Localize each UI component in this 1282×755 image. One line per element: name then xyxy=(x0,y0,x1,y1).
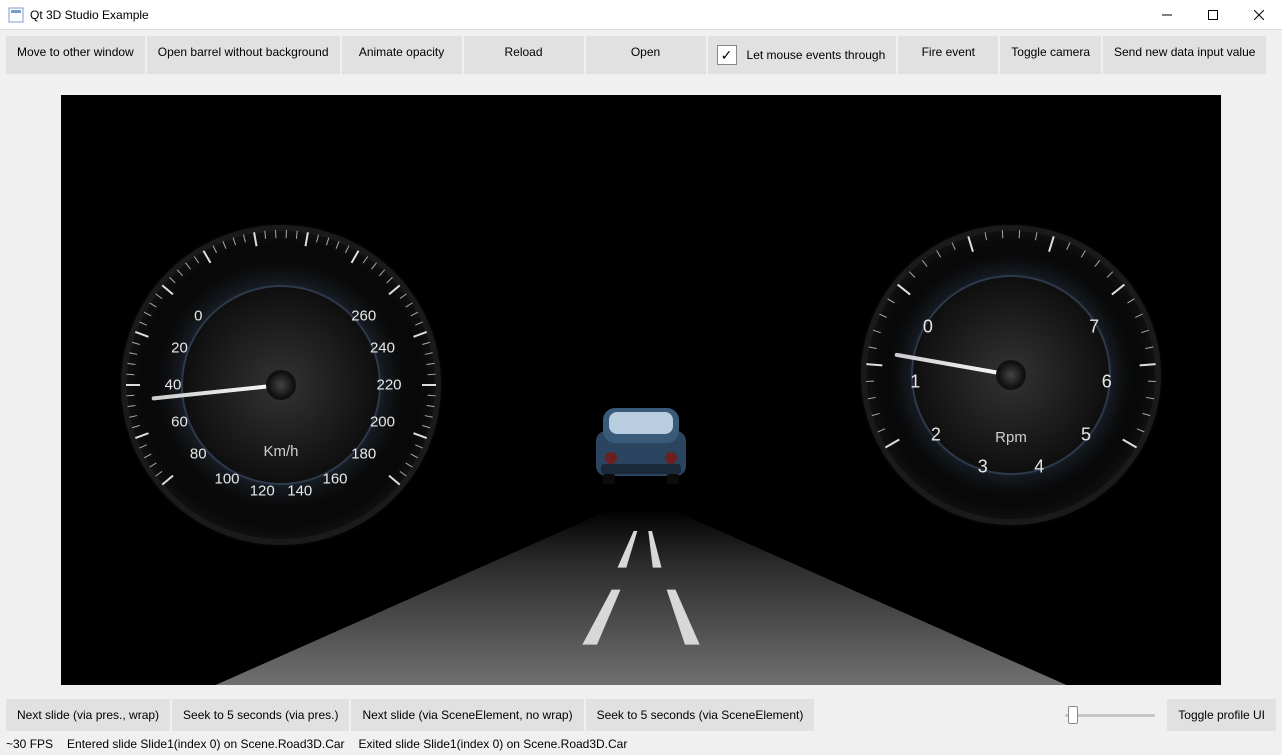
next-slide-scene-button[interactable]: Next slide (via SceneElement, no wrap) xyxy=(351,699,583,731)
tacho-value: 6 xyxy=(1102,372,1112,393)
window-title: Qt 3D Studio Example xyxy=(30,8,149,22)
exited-slide-label: Exited slide Slide1(index 0) on Scene.Ro… xyxy=(359,737,628,751)
speedometer-label: Km/h xyxy=(263,443,298,460)
toolbar-top: Move to other window Open barrel without… xyxy=(0,30,1282,80)
seek-scene-button[interactable]: Seek to 5 seconds (via SceneElement) xyxy=(586,699,815,731)
car-graphic xyxy=(581,396,701,491)
tacho-value: 1 xyxy=(910,372,920,393)
fire-event-button[interactable]: Fire event xyxy=(898,36,998,74)
seek-pres-button[interactable]: Seek to 5 seconds (via pres.) xyxy=(172,699,349,731)
send-data-input-button[interactable]: Send new data input value xyxy=(1103,36,1266,74)
entered-slide-label: Entered slide Slide1(index 0) on Scene.R… xyxy=(67,737,345,751)
checkbox-icon: ✓ xyxy=(717,45,737,65)
speedo-value: 40 xyxy=(165,377,182,394)
tacho-value: 0 xyxy=(923,317,933,338)
statusbar: ~30 FPS Entered slide Slide1(index 0) on… xyxy=(0,735,1282,755)
speedo-value: 120 xyxy=(250,483,275,500)
mouse-events-label: Let mouse events through xyxy=(747,48,886,62)
app-icon xyxy=(8,7,24,23)
minimize-button[interactable] xyxy=(1144,0,1190,30)
viewport[interactable]: Km/h 02040608010012014016018020022024026… xyxy=(61,95,1221,685)
tacho-value: 2 xyxy=(931,424,941,445)
reload-button[interactable]: Reload xyxy=(464,36,584,74)
speedo-value: 20 xyxy=(171,340,188,357)
slider-thumb[interactable] xyxy=(1068,706,1078,724)
viewport-container: Km/h 02040608010012014016018020022024026… xyxy=(0,80,1282,695)
titlebar: Qt 3D Studio Example xyxy=(0,0,1282,30)
tacho-value: 7 xyxy=(1089,317,1099,338)
speedo-value: 100 xyxy=(214,470,239,487)
tachometer: Rpm 0 1 2 3 4 5 6 7 xyxy=(861,225,1161,525)
animate-opacity-button[interactable]: Animate opacity xyxy=(342,36,462,74)
speedo-value: 60 xyxy=(171,413,188,430)
tachometer-label: Rpm xyxy=(995,429,1027,446)
speedo-value: 260 xyxy=(351,307,376,324)
close-button[interactable] xyxy=(1236,0,1282,30)
tacho-value: 3 xyxy=(978,456,988,477)
toggle-profile-ui-button[interactable]: Toggle profile UI xyxy=(1167,699,1276,731)
speedo-value: 180 xyxy=(351,446,376,463)
slider[interactable] xyxy=(1065,706,1155,724)
speedo-value: 160 xyxy=(322,470,347,487)
toggle-camera-button[interactable]: Toggle camera xyxy=(1000,36,1101,74)
speedo-value: 220 xyxy=(376,377,401,394)
tacho-value: 4 xyxy=(1034,456,1044,477)
next-slide-pres-button[interactable]: Next slide (via pres., wrap) xyxy=(6,699,170,731)
tacho-value: 5 xyxy=(1081,424,1091,445)
speedo-value: 0 xyxy=(194,307,202,324)
speedo-value: 240 xyxy=(370,340,395,357)
open-barrel-button[interactable]: Open barrel without background xyxy=(147,36,340,74)
toolbar-bottom: Next slide (via pres., wrap) Seek to 5 s… xyxy=(0,695,1282,735)
fps-label: ~30 FPS xyxy=(6,737,53,751)
move-window-button[interactable]: Move to other window xyxy=(6,36,145,74)
speedo-value: 80 xyxy=(190,446,207,463)
open-button[interactable]: Open xyxy=(586,36,706,74)
speedo-value: 140 xyxy=(287,483,312,500)
speedo-value: 200 xyxy=(370,413,395,430)
speedometer: Km/h 0 20 40 6080 100 120 140 160180 200 220 240 26… xyxy=(121,225,441,545)
maximize-button[interactable] xyxy=(1190,0,1236,30)
mouse-events-checkbox[interactable]: ✓ Let mouse events through xyxy=(708,36,897,74)
